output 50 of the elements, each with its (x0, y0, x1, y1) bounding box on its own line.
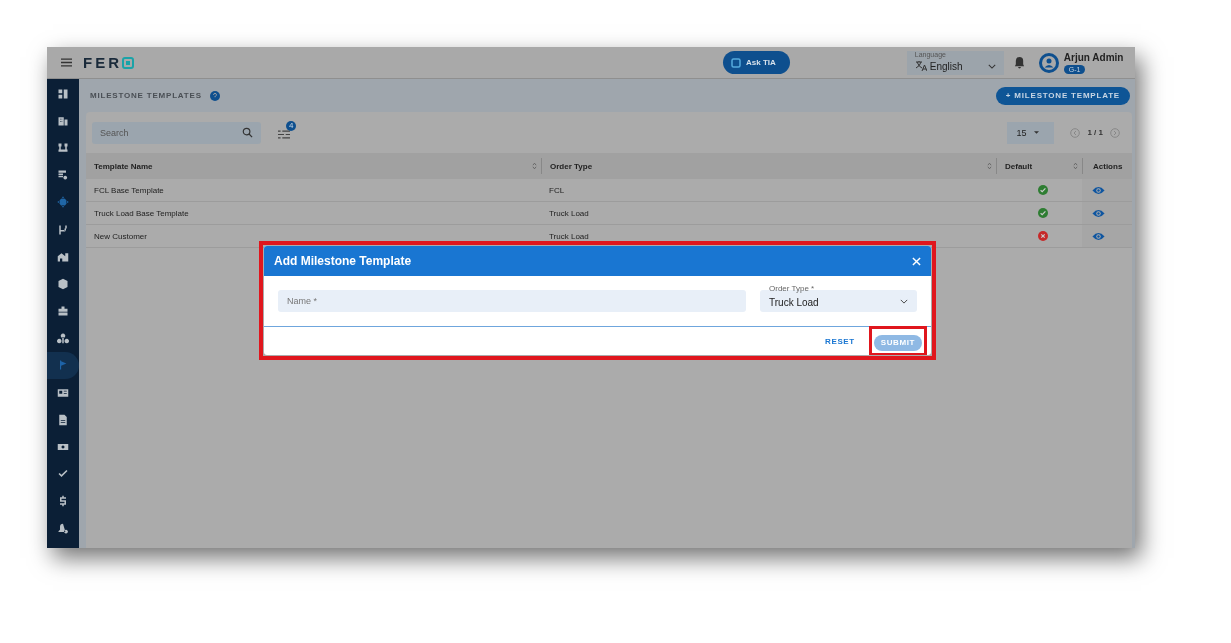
eye-icon[interactable] (1092, 185, 1105, 195)
user-name: Arjun Admin (1063, 51, 1124, 63)
table-cell: Truck Load (549, 208, 589, 218)
dialog-title: Add Milestone Template (274, 254, 413, 268)
chevron-down-icon (900, 298, 908, 304)
table-cell: New Customer (94, 231, 147, 241)
filter-count-badge: 4 (286, 120, 297, 131)
briefcase-icon[interactable] (57, 305, 69, 318)
filter-list-icon[interactable] (278, 129, 290, 139)
column-header[interactable]: Order Type (550, 161, 593, 171)
page-size-select[interactable]: 15 (1007, 121, 1055, 144)
table-cell: Truck Load Base Template (94, 208, 189, 218)
column-header[interactable]: Template Name (94, 161, 153, 171)
close-icon[interactable] (912, 256, 921, 266)
table-cell: FCL (549, 185, 565, 195)
table-cell: FCL Base Template (94, 185, 164, 195)
logo-text: FER (83, 54, 122, 71)
pagination-text: 1 / 1 (1087, 128, 1103, 137)
table-gear-icon[interactable] (57, 169, 69, 182)
column-header[interactable]: Actions (1093, 161, 1123, 171)
translate-icon (914, 60, 927, 72)
ask-button[interactable]: Ask TIA (723, 51, 790, 74)
avatar-icon[interactable] (1038, 52, 1059, 73)
id-card-icon[interactable] (57, 386, 69, 399)
add-template-button[interactable]: + MILESTONE TEMPLATE (995, 86, 1130, 105)
eye-icon[interactable] (1092, 208, 1105, 218)
square-icon (731, 57, 741, 68)
table-cell: Truck Load (549, 231, 589, 241)
warehouse-icon[interactable] (57, 250, 69, 263)
chevron-down-icon (987, 63, 996, 69)
dollar-icon[interactable] (57, 495, 69, 508)
menu-icon[interactable] (61, 58, 72, 67)
eye-icon[interactable] (1092, 231, 1105, 241)
building-icon[interactable] (57, 114, 69, 127)
logo-mark-icon (122, 56, 134, 69)
cube-icon[interactable] (57, 277, 69, 290)
search-icon[interactable] (242, 126, 253, 138)
bell-icon[interactable] (1013, 56, 1025, 69)
connected-nodes-icon[interactable] (57, 141, 69, 154)
dropdown-arrow-icon (1034, 131, 1040, 134)
column-header[interactable]: Default (1005, 161, 1033, 171)
reset-button[interactable]: RESET (819, 335, 861, 347)
bell-gear-icon[interactable] (57, 522, 69, 535)
grid-building-icon[interactable] (57, 87, 69, 100)
name-field[interactable]: Name * (278, 290, 746, 312)
document-icon[interactable] (57, 413, 69, 426)
page-title: MILESTONE TEMPLATES (90, 91, 202, 100)
help-icon[interactable] (209, 90, 220, 101)
branch-icon[interactable] (57, 223, 69, 236)
search-field[interactable]: Search (92, 121, 261, 144)
